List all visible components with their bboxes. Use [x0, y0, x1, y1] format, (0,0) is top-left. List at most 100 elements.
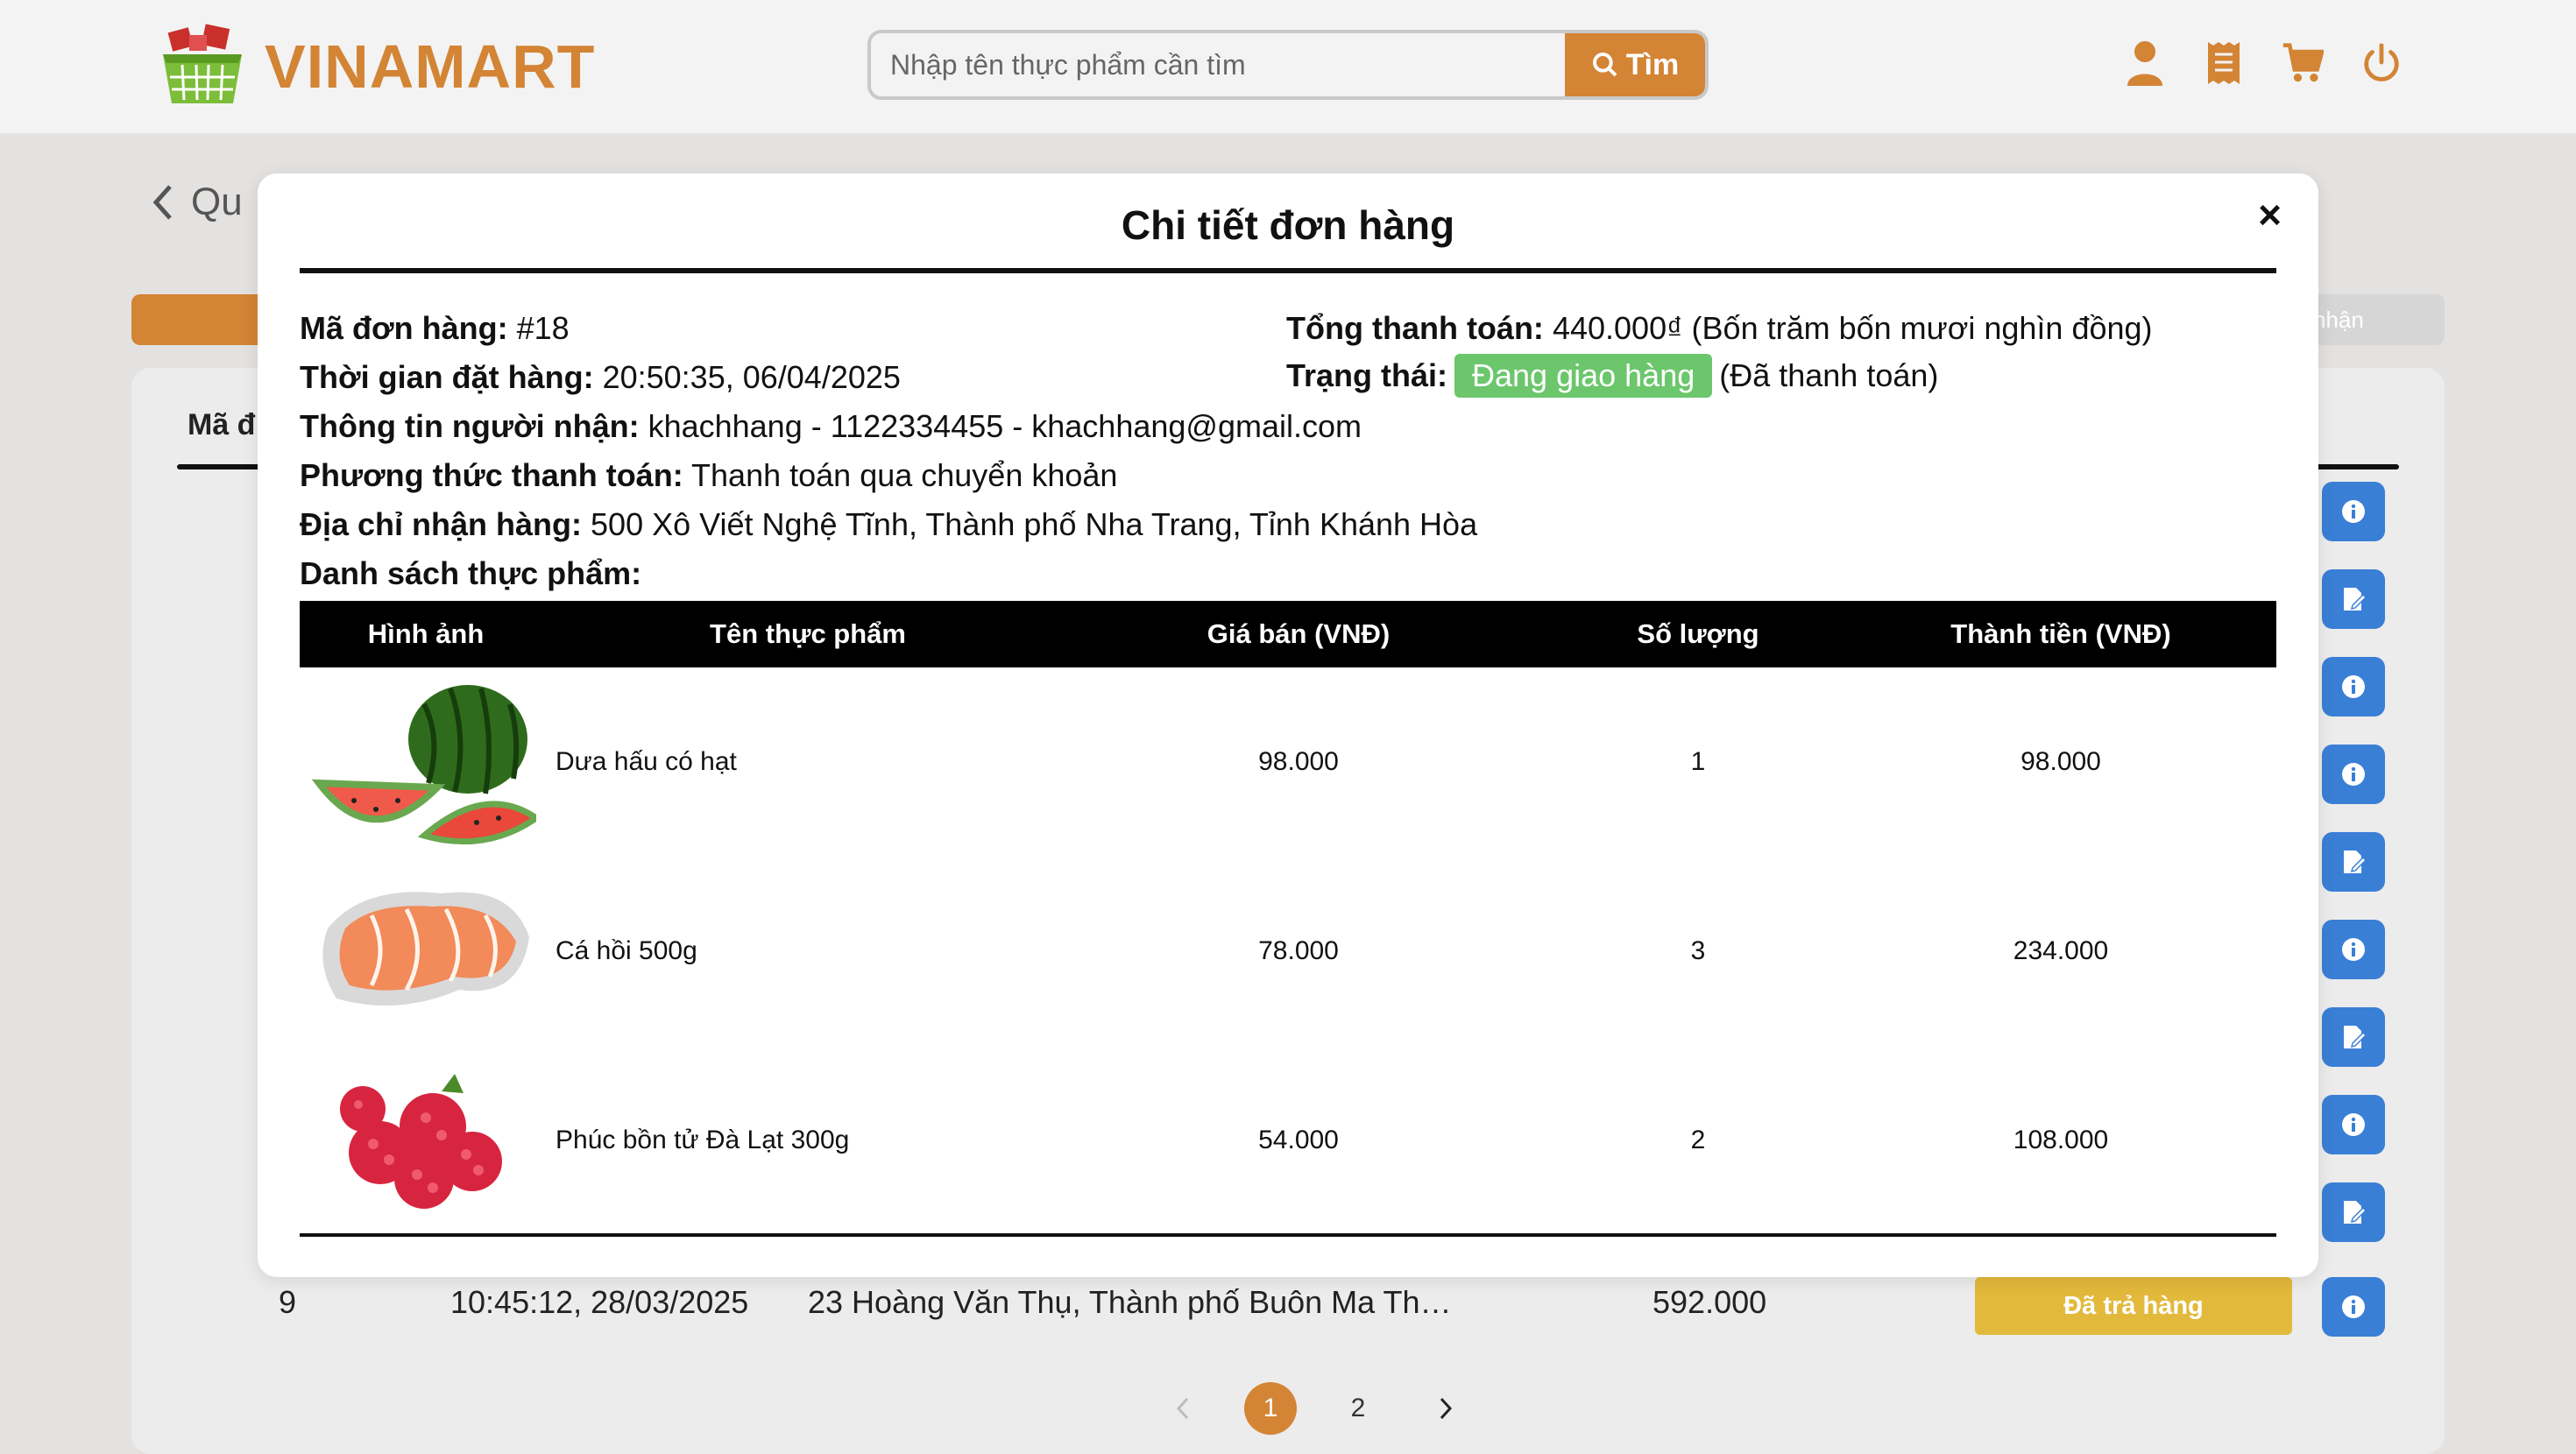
payment-status: (Đã thanh toán) — [1719, 357, 1939, 393]
row-address: 23 Hoàng Văn Thụ, Thành phố Buôn Ma Th… — [808, 1284, 1452, 1320]
shipping-address: 500 Xô Viết Nghệ Tĩnh, Thành phố Nha Tra… — [591, 506, 1478, 542]
row-time: 10:45:12, 28/03/2025 — [450, 1284, 749, 1320]
prev-page-button[interactable] — [1157, 1382, 1209, 1435]
tab-received-label: nhận — [2313, 306, 2364, 333]
table-body: Dưa hấu có hạt 98.000 1 98.000 Cá hồi 500g 78… — [300, 667, 2276, 1235]
status-badge-returned[interactable]: Đã trả hàng — [1975, 1277, 2292, 1335]
edit-order-button[interactable] — [2322, 569, 2385, 629]
column-header-id: Mã đ — [188, 408, 256, 441]
col-price: Giá bán (VNĐ) — [1207, 618, 1391, 649]
title-divider — [300, 268, 2276, 273]
user-icon[interactable] — [2124, 39, 2166, 88]
order-time-line: Thời gian đặt hàng: 20:50:35, 06/04/2025 — [300, 359, 901, 396]
page-1-button[interactable]: 1 — [1244, 1382, 1297, 1435]
items-label: Danh sách thực phẩm: — [300, 555, 642, 591]
back-label: Qu — [191, 180, 243, 223]
payment-method: Thanh toán qua chuyển khoản — [691, 457, 1118, 493]
receiver-label: Thông tin người nhận: — [300, 408, 640, 444]
order-id-label: Mã đơn hàng: — [300, 310, 508, 346]
items-table: Hình ảnh Tên thực phẩm Giá bán (VNĐ) Số … — [300, 601, 2276, 1235]
view-detail-button[interactable] — [2322, 745, 2385, 804]
order-id: #18 — [516, 310, 570, 346]
search-icon — [1592, 53, 1617, 77]
edit-icon — [2344, 1201, 2367, 1224]
view-detail-button[interactable] — [2322, 920, 2385, 979]
info-icon — [2342, 1295, 2365, 1318]
payment-line: Phương thức thanh toán: Thanh toán qua c… — [300, 457, 1117, 494]
edit-icon — [2344, 851, 2367, 873]
product-name: Phúc bồn tử Đà Lạt 300g — [556, 1126, 850, 1154]
pagination: 1 2 — [1157, 1382, 1472, 1435]
view-detail-button[interactable] — [2322, 1095, 2385, 1154]
col-name: Tên thực phẩm — [710, 618, 906, 649]
top-header: VINAMART Tìm — [0, 0, 2576, 133]
info-icon — [2342, 500, 2365, 523]
edit-icon — [2344, 1026, 2367, 1048]
cart-icon[interactable] — [2282, 39, 2324, 88]
col-subtotal: Thành tiền (VNĐ) — [1950, 618, 2171, 649]
receiver-info: khachhang - 1122334455 - khachhang@gmail… — [648, 408, 1362, 444]
line-total: 98.000 — [2020, 747, 2101, 776]
address-label: Địa chỉ nhận hàng: — [300, 506, 583, 542]
unit-price: 98.000 — [1258, 747, 1339, 776]
page-2-button[interactable]: 2 — [1332, 1382, 1384, 1435]
search-input[interactable] — [871, 33, 1565, 96]
table-bottom-divider — [300, 1233, 2276, 1237]
row-total: 592.000 — [1652, 1284, 1767, 1320]
total-label: Tổng thanh toán: — [1286, 310, 1544, 346]
next-page-button[interactable] — [1419, 1382, 1472, 1435]
brand-name: VINAMART — [265, 32, 596, 101]
info-icon — [2342, 1113, 2365, 1136]
basket-icon — [163, 24, 242, 103]
order-id-line: Mã đơn hàng: #18 — [300, 310, 570, 347]
view-detail-button[interactable] — [2322, 482, 2385, 541]
edit-order-button[interactable] — [2322, 1182, 2385, 1242]
search-button[interactable]: Tìm — [1565, 33, 1705, 96]
search-button-label: Tìm — [1625, 47, 1680, 81]
address-line: Địa chỉ nhận hàng: 500 Xô Viết Nghệ Tĩnh… — [300, 506, 1477, 543]
quantity: 1 — [1690, 747, 1706, 776]
header-actions — [2124, 39, 2403, 88]
view-detail-button[interactable] — [2322, 657, 2385, 716]
edit-icon — [2344, 588, 2367, 611]
receiver-line: Thông tin người nhận: khachhang - 112233… — [300, 408, 1362, 445]
order-time-label: Thời gian đặt hàng: — [300, 359, 594, 395]
close-button[interactable]: × — [2258, 191, 2282, 238]
col-qty: Số lượng — [1637, 618, 1759, 649]
info-icon — [2342, 763, 2365, 786]
search-bar: Tìm — [867, 30, 1709, 100]
back-link[interactable]: Qu — [151, 180, 243, 224]
items-heading: Danh sách thực phẩm: — [300, 555, 641, 592]
line-total: 234.000 — [2013, 936, 2109, 965]
view-detail-button[interactable] — [2322, 1277, 2385, 1337]
order-total: 440.000₫ (Bốn trăm bốn mươi nghìn đồng) — [1552, 310, 2153, 346]
unit-price: 78.000 — [1258, 936, 1339, 965]
receipt-icon[interactable] — [2203, 39, 2245, 88]
brand-logo[interactable]: VINAMART — [154, 23, 595, 110]
row-id: 9 — [279, 1284, 297, 1320]
status-line: Trạng thái: Đang giao hàng (Đã thanh toán) — [1286, 354, 1938, 398]
table-row: Phúc bồn tử Đà Lạt 300g 54.000 2 108.000 — [300, 1046, 2276, 1235]
edit-order-button[interactable] — [2322, 832, 2385, 892]
payment-label: Phương thức thanh toán: — [300, 457, 683, 493]
order-time: 20:50:35, 06/04/2025 — [602, 359, 901, 395]
product-name: Cá hồi 500g — [556, 936, 697, 965]
table-row: Cá hồi 500g 78.000 3 234.000 — [300, 857, 2276, 1046]
total-line: Tổng thanh toán: 440.000₫ (Bốn trăm bốn … — [1286, 310, 2153, 347]
table-header: Hình ảnh Tên thực phẩm Giá bán (VNĐ) Số … — [300, 601, 2276, 667]
product-name: Dưa hấu có hạt — [556, 747, 737, 776]
quantity: 3 — [1690, 936, 1706, 965]
status-badge: Đang giao hàng — [1454, 354, 1713, 398]
unit-price: 54.000 — [1258, 1126, 1339, 1154]
info-icon — [2342, 938, 2365, 961]
chevron-left-icon — [152, 185, 172, 220]
status-label: Trạng thái: — [1286, 357, 1448, 393]
line-total: 108.000 — [2013, 1126, 2109, 1154]
table-row: Dưa hấu có hạt 98.000 1 98.000 — [300, 667, 2276, 857]
info-icon — [2342, 675, 2365, 698]
col-image: Hình ảnh — [367, 618, 485, 649]
quantity: 2 — [1690, 1126, 1706, 1154]
edit-order-button[interactable] — [2322, 1007, 2385, 1067]
order-detail-modal: Chi tiết đơn hàng × Mã đơn hàng: #18 Thờ… — [258, 173, 2318, 1277]
power-icon[interactable] — [2360, 39, 2403, 88]
